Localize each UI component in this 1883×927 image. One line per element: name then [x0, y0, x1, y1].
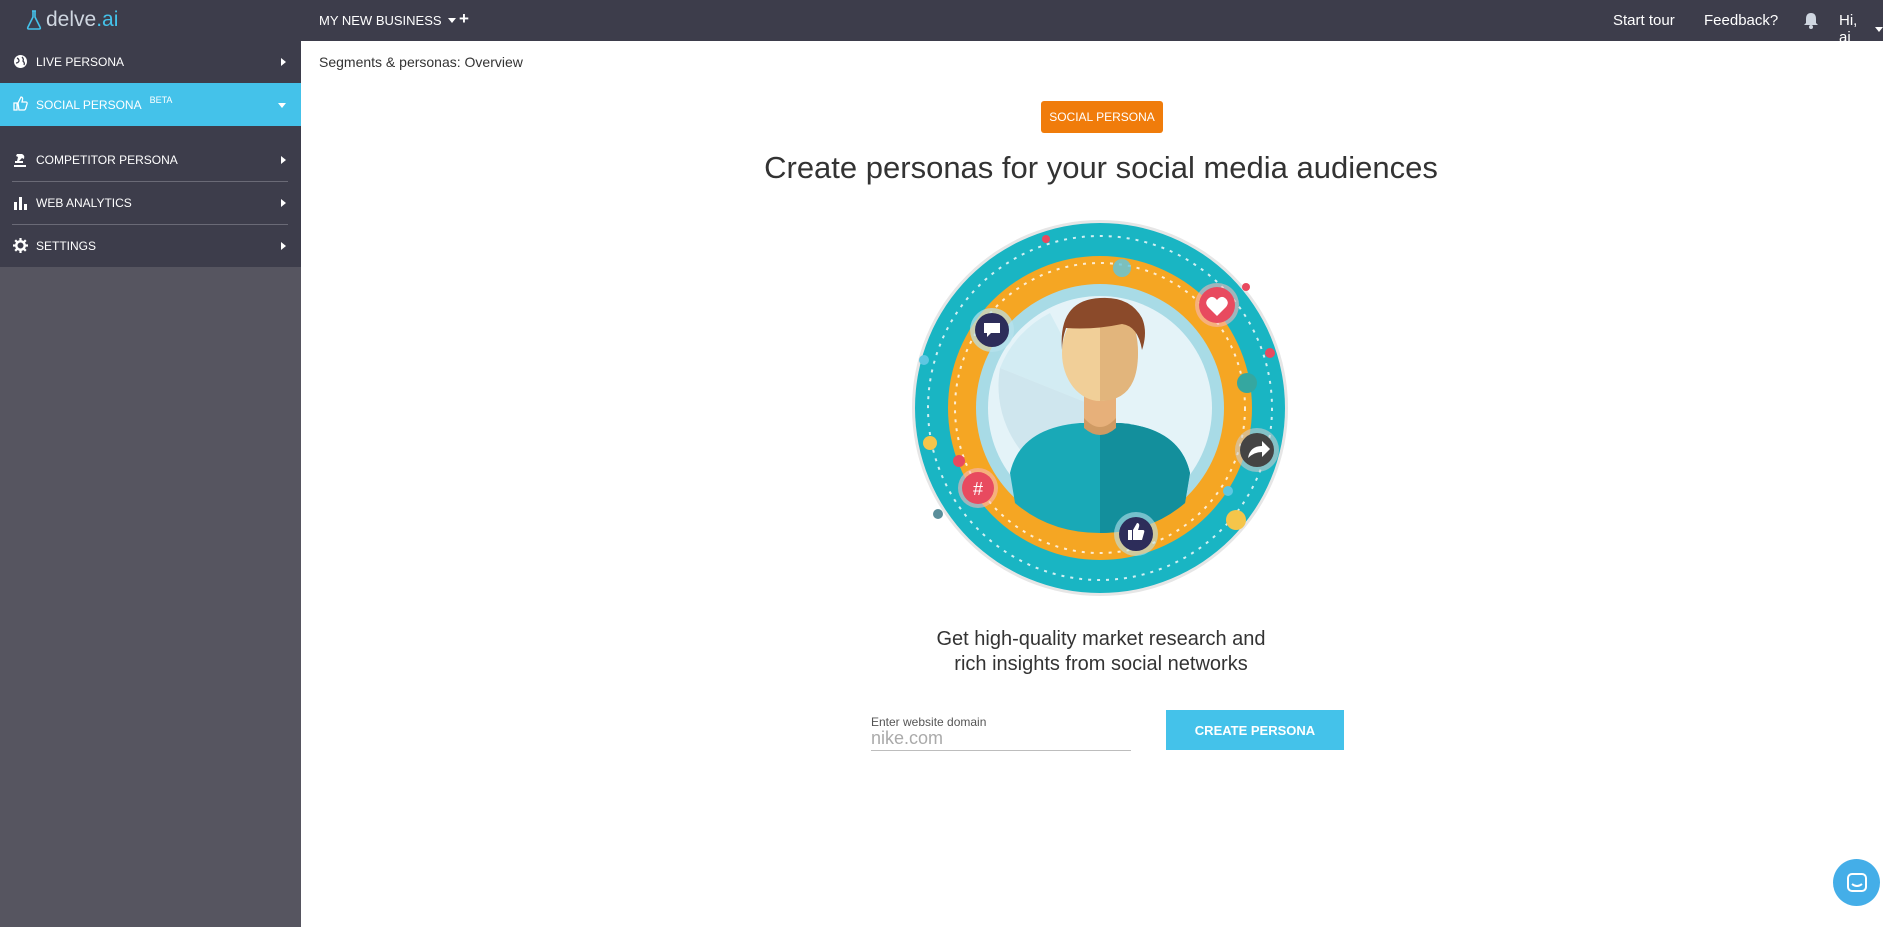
logo-text: delve: [46, 8, 97, 31]
page-title: Create personas for your social media au…: [764, 150, 1438, 185]
domain-input[interactable]: [871, 727, 1129, 749]
logo-suffix: .ai: [96, 8, 119, 31]
sidebar-item-competitor-persona[interactable]: COMPETITOR PERSONA: [0, 139, 301, 181]
bar-chart-icon: [14, 197, 27, 210]
beta-badge: BETA: [149, 94, 173, 105]
create-persona-button[interactable]: CREATE PERSONA: [1166, 710, 1344, 750]
sidebar-item-label: WEB ANALYTICS: [36, 196, 132, 210]
add-business-button[interactable]: +: [459, 9, 469, 29]
chevron-down-icon: [1875, 26, 1883, 32]
top-bar: delve .ai MY NEW BUSINESS + Start tour Fe…: [0, 0, 1883, 46]
sidebar-item-settings[interactable]: SETTINGS: [0, 225, 301, 267]
sidebar-menu: LIVE PERSONA SOCIAL PERSONA BETA COMPETI…: [0, 41, 301, 267]
sidebar-item-web-analytics[interactable]: WEB ANALYTICS: [0, 182, 301, 224]
persona-illustration: #: [912, 220, 1288, 596]
chat-launcher-button[interactable]: [1833, 859, 1880, 906]
sidebar-item-live-persona[interactable]: LIVE PERSONA: [0, 41, 301, 83]
sidebar-item-label: SETTINGS: [36, 239, 97, 253]
sidebar-item-label: LIVE PERSONA: [36, 55, 125, 69]
svg-text:#: #: [973, 479, 983, 499]
start-tour-link[interactable]: Start tour: [1613, 12, 1675, 29]
app-logo[interactable]: delve .ai: [26, 7, 118, 33]
gear-icon: [13, 238, 28, 253]
menu-gap: [0, 126, 301, 139]
feedback-link[interactable]: Feedback?: [1704, 12, 1778, 29]
flask-logo-icon: [26, 10, 42, 30]
tagline: Get high-quality market research and ric…: [900, 627, 1302, 677]
social-persona-badge: SOCIAL PERSONA: [1041, 101, 1163, 133]
chevron-right-icon: [281, 156, 286, 164]
chat-icon: [1846, 872, 1867, 892]
sidebar: LIVE PERSONA SOCIAL PERSONA BETA COMPETI…: [0, 41, 301, 927]
user-greeting: Hi, ai: [1839, 12, 1858, 46]
chevron-right-icon: [281, 58, 286, 66]
sidebar-item-label: COMPETITOR PERSONA: [36, 153, 178, 167]
domain-field: Enter website domain: [871, 713, 1131, 751]
user-menu[interactable]: Hi, ai: [1839, 12, 1883, 46]
business-name: MY NEW BUSINESS: [319, 13, 442, 28]
breadcrumb: Segments & personas: Overview: [319, 54, 523, 70]
chevron-right-icon: [281, 242, 286, 250]
bell-icon[interactable]: [1803, 12, 1819, 29]
thumbs-up-icon: [13, 96, 28, 111]
tagline-line-1: Get high-quality market research and: [936, 628, 1266, 650]
chevron-down-icon: [447, 18, 456, 23]
globe-icon: [14, 55, 27, 68]
chevron-right-icon: [281, 199, 286, 207]
business-selector[interactable]: MY NEW BUSINESS: [319, 13, 456, 28]
tagline-line-2: rich insights from social networks: [954, 653, 1248, 675]
chevron-down-icon: [278, 103, 286, 108]
sidebar-item-label: SOCIAL PERSONA: [36, 97, 142, 112]
sidebar-item-social-persona[interactable]: SOCIAL PERSONA BETA: [0, 83, 301, 126]
chess-icon: [14, 154, 26, 167]
